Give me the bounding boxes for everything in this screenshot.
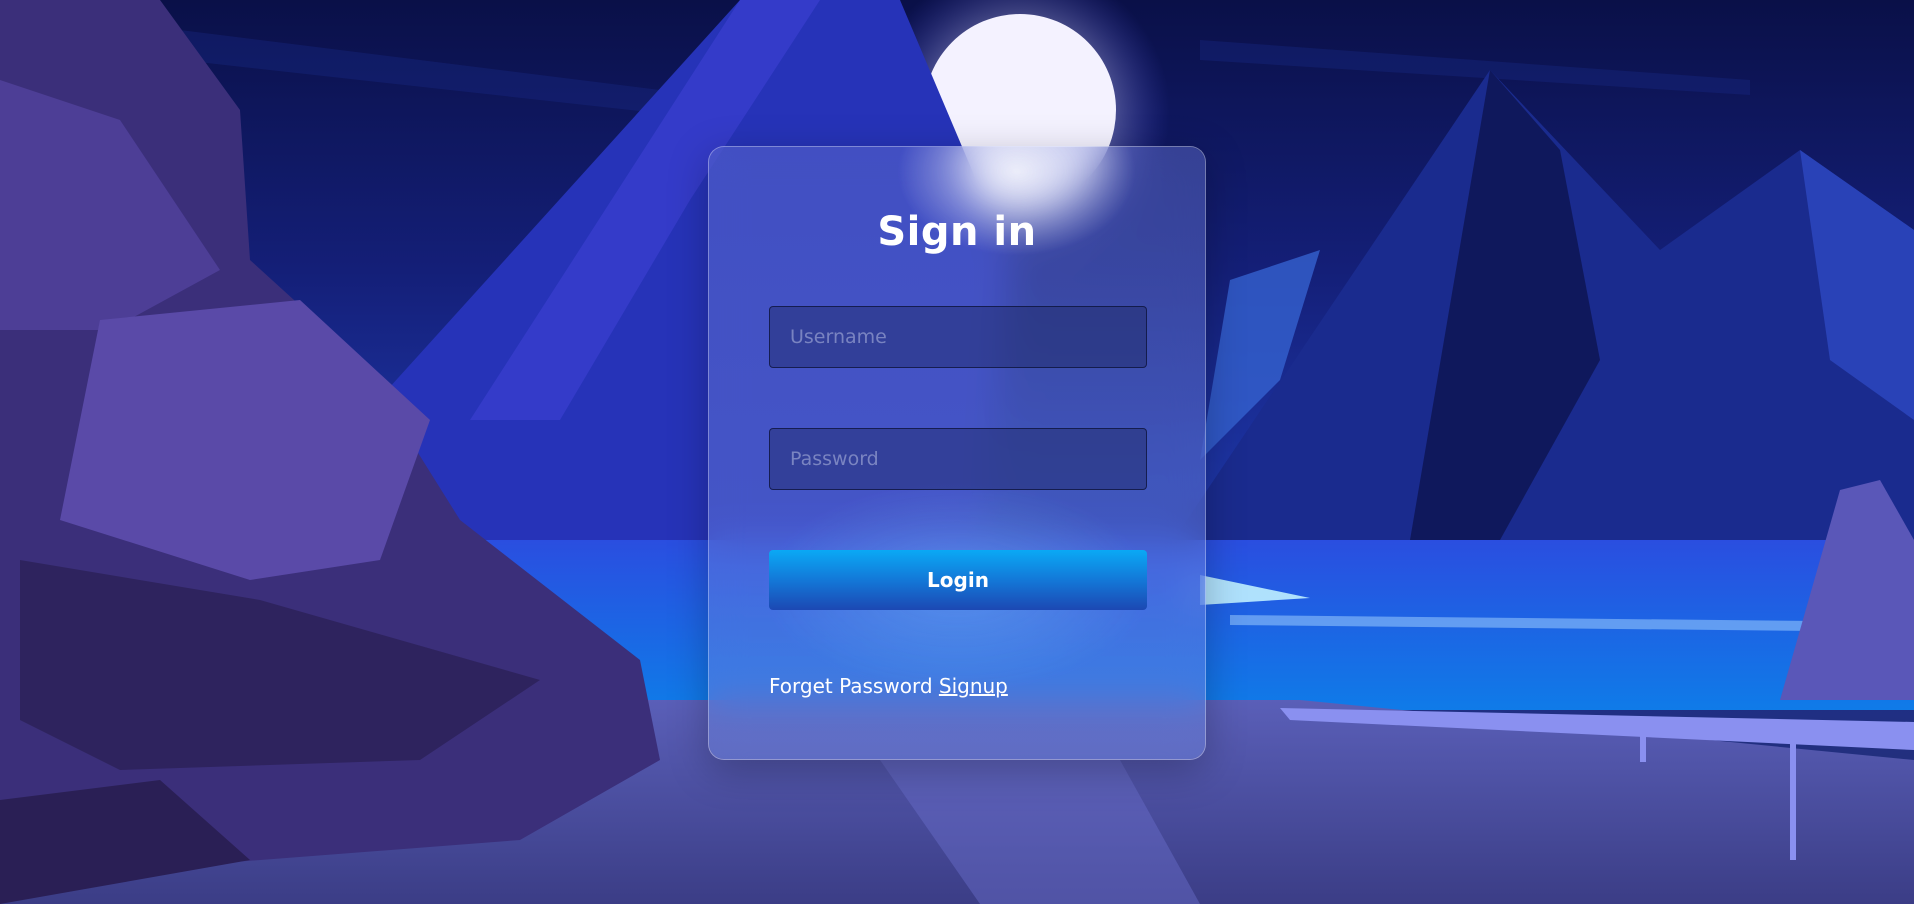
login-button[interactable]: Login (769, 550, 1147, 610)
page-title: Sign in (877, 209, 1037, 255)
auth-links: Forget Password Signup (769, 674, 1008, 698)
login-card: Sign in Login Forget Password Signup (708, 146, 1206, 760)
password-input[interactable] (769, 428, 1147, 490)
signup-link[interactable]: Signup (939, 674, 1008, 698)
username-input[interactable] (769, 306, 1147, 368)
forget-password-link[interactable]: Forget Password (769, 674, 933, 698)
